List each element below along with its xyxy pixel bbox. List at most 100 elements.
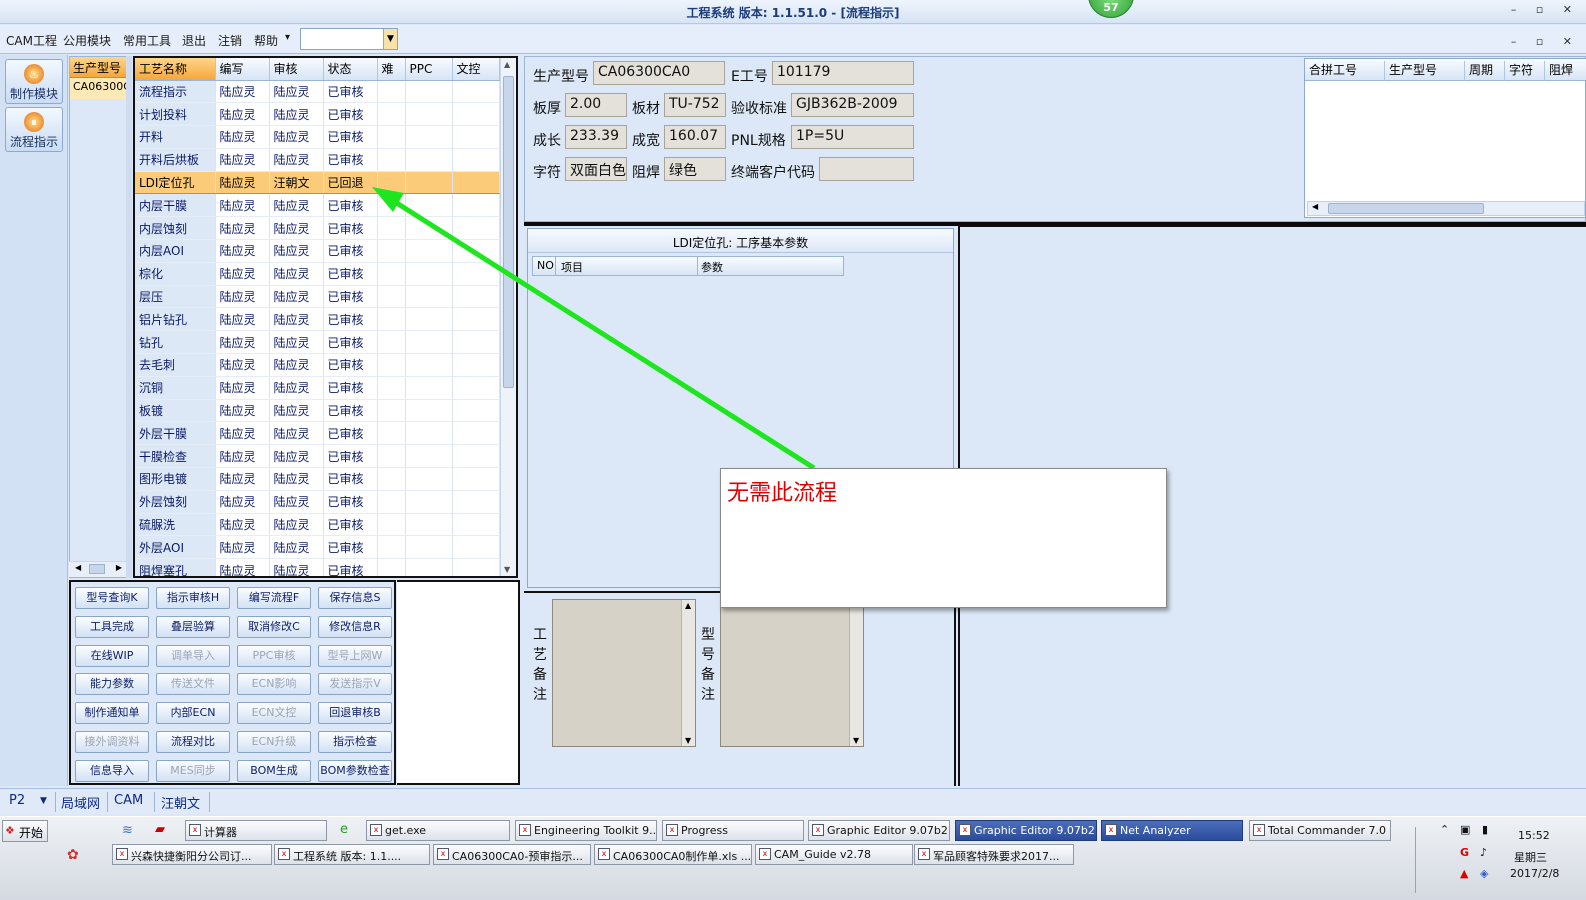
action-button[interactable]: 传送文件	[156, 673, 230, 696]
menu-dropdown-arrow[interactable]: ▾	[285, 32, 290, 43]
product-list-hscroll[interactable]: ◀ ▶	[69, 561, 127, 577]
cell-process-name[interactable]: 去毛刺	[135, 353, 216, 377]
table-row[interactable]: 图形电镀 陆应灵 陆应灵 已审核	[135, 467, 500, 491]
table-cell[interactable]	[405, 535, 453, 560]
table-cell[interactable]	[377, 170, 406, 195]
action-button[interactable]: 在线WIP	[75, 644, 149, 667]
cell-status[interactable]: 已审核	[323, 216, 378, 241]
menu-logout[interactable]: 注销	[218, 32, 242, 49]
cell-writer[interactable]: 陆应灵	[215, 467, 270, 491]
nav-flow-instruction[interactable]: ⏸ 流程指示	[5, 107, 63, 152]
table-row[interactable]: LDI定位孔 陆应灵 汪朝文 已回退	[135, 170, 500, 195]
action-button[interactable]: 型号查询K	[75, 587, 149, 609]
table-cell[interactable]	[377, 102, 406, 127]
field-char[interactable]: 双面白色	[565, 157, 627, 181]
cell-status[interactable]: 已审核	[323, 467, 378, 491]
col-ppc[interactable]: PPC	[405, 58, 453, 81]
menu-exit[interactable]: 退出	[182, 32, 206, 49]
action-button[interactable]: 能力参数	[75, 673, 149, 696]
menu-cam[interactable]: CAM工程	[6, 32, 57, 49]
table-cell[interactable]	[405, 467, 453, 491]
table-row[interactable]: 板镀 陆应灵 陆应灵 已审核	[135, 399, 500, 423]
action-button[interactable]: 制作通知单	[75, 702, 149, 725]
taskbar-button[interactable]: x CA06300CA0-预审指示...	[433, 844, 591, 865]
table-cell[interactable]	[452, 490, 500, 514]
cell-writer[interactable]: 陆应灵	[215, 353, 270, 377]
table-row[interactable]: 内层AOI 陆应灵 陆应灵 已审核	[135, 239, 500, 263]
table-row[interactable]: 开料 陆应灵 陆应灵 已审核	[135, 125, 500, 149]
action-button[interactable]: MES同步	[156, 759, 230, 782]
table-cell[interactable]	[405, 239, 453, 263]
table-cell[interactable]	[405, 353, 453, 377]
table-cell[interactable]	[405, 513, 453, 537]
cell-status[interactable]: 已审核	[323, 421, 378, 446]
cell-process-name[interactable]: 图形电镀	[135, 467, 216, 491]
cell-status[interactable]: 已审核	[323, 193, 378, 218]
action-button[interactable]: 发送指示V	[318, 673, 392, 696]
cell-process-name[interactable]: 开料	[135, 125, 216, 149]
menu-combo[interactable]: ▼	[300, 28, 398, 50]
model-remark-memo[interactable]: ▼	[720, 599, 864, 747]
table-row[interactable]: 内层蚀刻 陆应灵 陆应灵 已审核	[135, 216, 500, 241]
table-cell[interactable]	[377, 421, 406, 446]
table-cell[interactable]	[452, 170, 500, 195]
table-row[interactable]: 去毛刺 陆应灵 陆应灵 已审核	[135, 353, 500, 377]
cell-process-name[interactable]: 干膜检查	[135, 444, 216, 469]
table-cell[interactable]	[452, 102, 500, 127]
col-process-name[interactable]: 工艺名称	[135, 58, 216, 81]
col-status[interactable]: 状态	[323, 58, 378, 81]
cell-reviewer[interactable]: 陆应灵	[269, 262, 324, 286]
show-desktop-icon[interactable]: ≋	[122, 823, 133, 838]
scroll-thumb[interactable]	[1328, 203, 1484, 214]
cell-writer[interactable]: 陆应灵	[215, 80, 270, 104]
action-button[interactable]: 取消修改C	[237, 615, 311, 638]
merge-col-cycle[interactable]: 周期	[1465, 61, 1505, 81]
process-remark-memo[interactable]: ▲ ▼	[552, 599, 696, 747]
table-cell[interactable]	[377, 80, 406, 104]
cell-writer[interactable]: 陆应灵	[215, 490, 270, 514]
cell-process-name[interactable]: 钻孔	[135, 330, 216, 355]
table-cell[interactable]	[405, 558, 453, 576]
scroll-thumb[interactable]	[503, 76, 514, 388]
cell-reviewer[interactable]: 陆应灵	[269, 102, 324, 127]
taskbar-button[interactable]: x Graphic Editor 9.07b2 ...	[955, 820, 1097, 841]
merge-col-model[interactable]: 生产型号	[1385, 61, 1465, 81]
cell-reviewer[interactable]: 陆应灵	[269, 330, 324, 355]
cell-status[interactable]: 已审核	[323, 307, 378, 332]
col-difficulty[interactable]: 难	[377, 58, 406, 81]
cell-status[interactable]: 已审核	[323, 80, 378, 104]
action-button[interactable]: 保存信息S	[318, 587, 392, 609]
table-cell[interactable]	[377, 307, 406, 332]
field-model[interactable]: CA06300CA0	[593, 61, 725, 85]
scroll-down-icon[interactable]: ▼	[685, 736, 691, 745]
table-cell[interactable]	[405, 421, 453, 446]
child-window-controls[interactable]: – ▫ ✕	[1511, 35, 1580, 48]
scroll-down-icon[interactable]: ▼	[853, 736, 859, 745]
cell-reviewer[interactable]: 陆应灵	[269, 421, 324, 446]
table-cell[interactable]	[452, 80, 500, 104]
cell-writer[interactable]: 陆应灵	[215, 535, 270, 560]
menu-help[interactable]: 帮助	[254, 32, 278, 49]
table-cell[interactable]	[405, 490, 453, 514]
taskbar-button[interactable]: x 计算器	[185, 820, 327, 841]
merge-col-mask[interactable]: 阻焊	[1545, 61, 1586, 81]
cell-process-name[interactable]: 阻焊塞孔	[135, 558, 216, 576]
merge-grid-hscroll[interactable]: ◀	[1307, 201, 1585, 216]
table-cell[interactable]	[405, 262, 453, 286]
col-doc-control[interactable]: 文控	[452, 58, 500, 81]
action-button[interactable]: 型号上网W	[318, 644, 392, 667]
cell-status[interactable]: 已审核	[323, 102, 378, 127]
scroll-thumb[interactable]	[89, 564, 105, 574]
cell-status[interactable]: 已审核	[323, 239, 378, 263]
cell-process-name[interactable]: 流程指示	[135, 80, 216, 104]
volume-icon[interactable]: ♪	[1480, 846, 1487, 859]
cell-process-name[interactable]: 外层干膜	[135, 421, 216, 446]
cell-writer[interactable]: 陆应灵	[215, 193, 270, 218]
table-row[interactable]: 干膜检查 陆应灵 陆应灵 已审核	[135, 444, 500, 469]
cell-process-name[interactable]: 开料后烘板	[135, 148, 216, 172]
cell-process-name[interactable]: LDI定位孔	[135, 170, 216, 195]
cell-reviewer[interactable]: 陆应灵	[269, 399, 324, 423]
scroll-right-icon[interactable]: ▶	[116, 563, 122, 572]
status-combo[interactable]: P2	[9, 793, 25, 808]
taskbar-button[interactable]: x get.exe	[366, 820, 510, 841]
